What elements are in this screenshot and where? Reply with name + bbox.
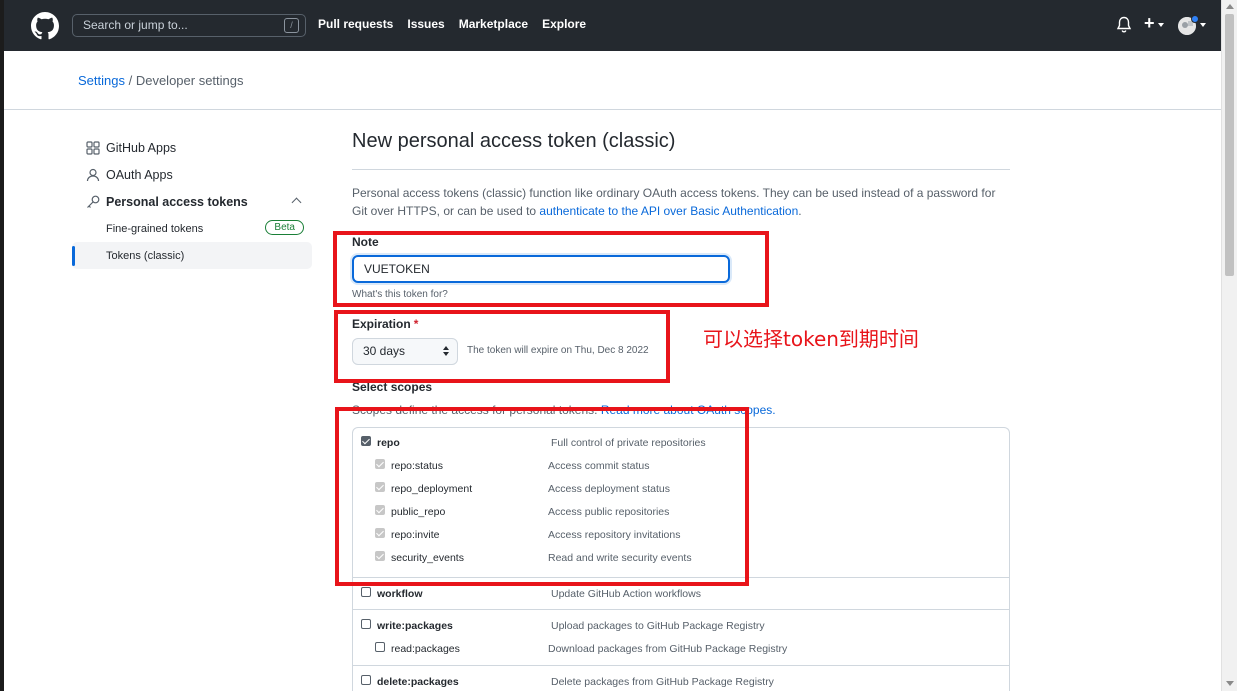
annotation-box-note xyxy=(333,231,769,307)
notification-dot-icon xyxy=(1191,15,1199,23)
sidebar-item-tokens-classic[interactable]: Tokens (classic) xyxy=(72,242,312,269)
sidebar-item-label: GitHub Apps xyxy=(106,140,177,155)
annotation-box-scopes xyxy=(335,407,749,586)
create-new-icon[interactable]: + xyxy=(1144,13,1155,34)
sidebar-item-label: Personal access tokens xyxy=(106,194,248,209)
scope-row-read-packages: read:packages Download packages from Git… xyxy=(353,642,1009,665)
workflow-checkbox[interactable] xyxy=(361,587,371,597)
bell-icon[interactable] xyxy=(1116,16,1132,34)
chevron-down-icon xyxy=(1158,23,1164,27)
apps-grid-icon xyxy=(86,140,100,155)
scrollbar[interactable] xyxy=(1221,0,1237,691)
sidebar-item-label: OAuth Apps xyxy=(106,167,173,182)
scope-description: Upload packages to GitHub Package Regist… xyxy=(551,620,765,632)
scroll-up-icon[interactable] xyxy=(1226,4,1234,9)
sidebar-item-personal-access-tokens[interactable]: Personal access tokens xyxy=(72,188,312,215)
page-description: Personal access tokens (classic) functio… xyxy=(352,184,1002,220)
sidebar-item-github-apps[interactable]: GitHub Apps xyxy=(72,134,312,161)
nav-explore[interactable]: Explore xyxy=(542,17,586,31)
slash-key-hint: / xyxy=(284,18,299,33)
breadcrumb-separator: / xyxy=(124,73,136,88)
scope-row-write-packages: write:packages Upload packages to GitHub… xyxy=(353,619,1009,642)
breadcrumb-settings-link[interactable]: Settings xyxy=(78,73,125,88)
annotation-text: 可以选择token到期时间 xyxy=(703,327,919,351)
scope-name: write:packages xyxy=(377,620,453,632)
scope-row-workflow: workflow Update GitHub Action workflows xyxy=(353,587,1009,610)
chevron-down-icon xyxy=(1200,23,1206,27)
scope-group-delete-packages: delete:packages Delete packages from Git… xyxy=(353,666,1009,691)
write-packages-checkbox[interactable] xyxy=(361,619,371,629)
scope-name: workflow xyxy=(377,588,423,600)
nav-marketplace[interactable]: Marketplace xyxy=(459,17,528,31)
scope-description: Update GitHub Action workflows xyxy=(551,588,701,600)
person-icon xyxy=(86,168,100,181)
scope-row-delete-packages: delete:packages Delete packages from Git… xyxy=(353,675,1009,691)
header-nav: Pull requests Issues Marketplace Explore xyxy=(318,17,586,31)
search-placeholder: Search or jump to... xyxy=(83,18,188,32)
nav-pull-requests[interactable]: Pull requests xyxy=(318,17,393,31)
scope-name: delete:packages xyxy=(377,676,459,688)
sidebar-item-label: Fine-grained tokens xyxy=(106,222,204,235)
search-input[interactable]: Search or jump to... / xyxy=(72,14,306,37)
beta-badge: Beta xyxy=(265,220,304,235)
chevron-up-icon[interactable] xyxy=(291,197,302,208)
sidebar-item-label: Tokens (classic) xyxy=(106,249,185,262)
basic-auth-link[interactable]: authenticate to the API over Basic Authe… xyxy=(539,204,798,218)
sidebar-item-fine-grained-tokens[interactable]: Fine-grained tokens Beta xyxy=(72,215,312,242)
delete-packages-checkbox[interactable] xyxy=(361,675,371,685)
scope-name: read:packages xyxy=(391,643,460,655)
nav-issues[interactable]: Issues xyxy=(407,17,444,31)
scope-description: Delete packages from GitHub Package Regi… xyxy=(551,676,774,688)
scope-group-write-packages: write:packages Upload packages to GitHub… xyxy=(353,610,1009,666)
description-end: . xyxy=(798,204,802,218)
key-icon xyxy=(87,195,100,208)
page-title: New personal access token (classic) xyxy=(352,130,1010,170)
global-header: Search or jump to... / Pull requests Iss… xyxy=(4,0,1221,51)
read-packages-checkbox[interactable] xyxy=(375,642,385,652)
annotation-box-expiration xyxy=(334,310,670,383)
main-content: New personal access token (classic) Pers… xyxy=(352,130,1010,691)
settings-subheader: Settings / Developer settings xyxy=(4,51,1221,110)
header-actions: + xyxy=(1101,0,1221,51)
scope-description: Download packages from GitHub Package Re… xyxy=(548,643,788,655)
scroll-down-icon[interactable] xyxy=(1226,681,1234,686)
github-logo-icon[interactable] xyxy=(31,12,59,40)
breadcrumb: Settings / Developer settings xyxy=(78,73,244,88)
scroll-thumb[interactable] xyxy=(1225,14,1234,276)
sidebar-item-oauth-apps[interactable]: OAuth Apps xyxy=(72,161,312,188)
developer-settings-sidebar: GitHub Apps OAuth Apps Personal access t… xyxy=(72,134,312,269)
breadcrumb-current: Developer settings xyxy=(135,73,244,88)
